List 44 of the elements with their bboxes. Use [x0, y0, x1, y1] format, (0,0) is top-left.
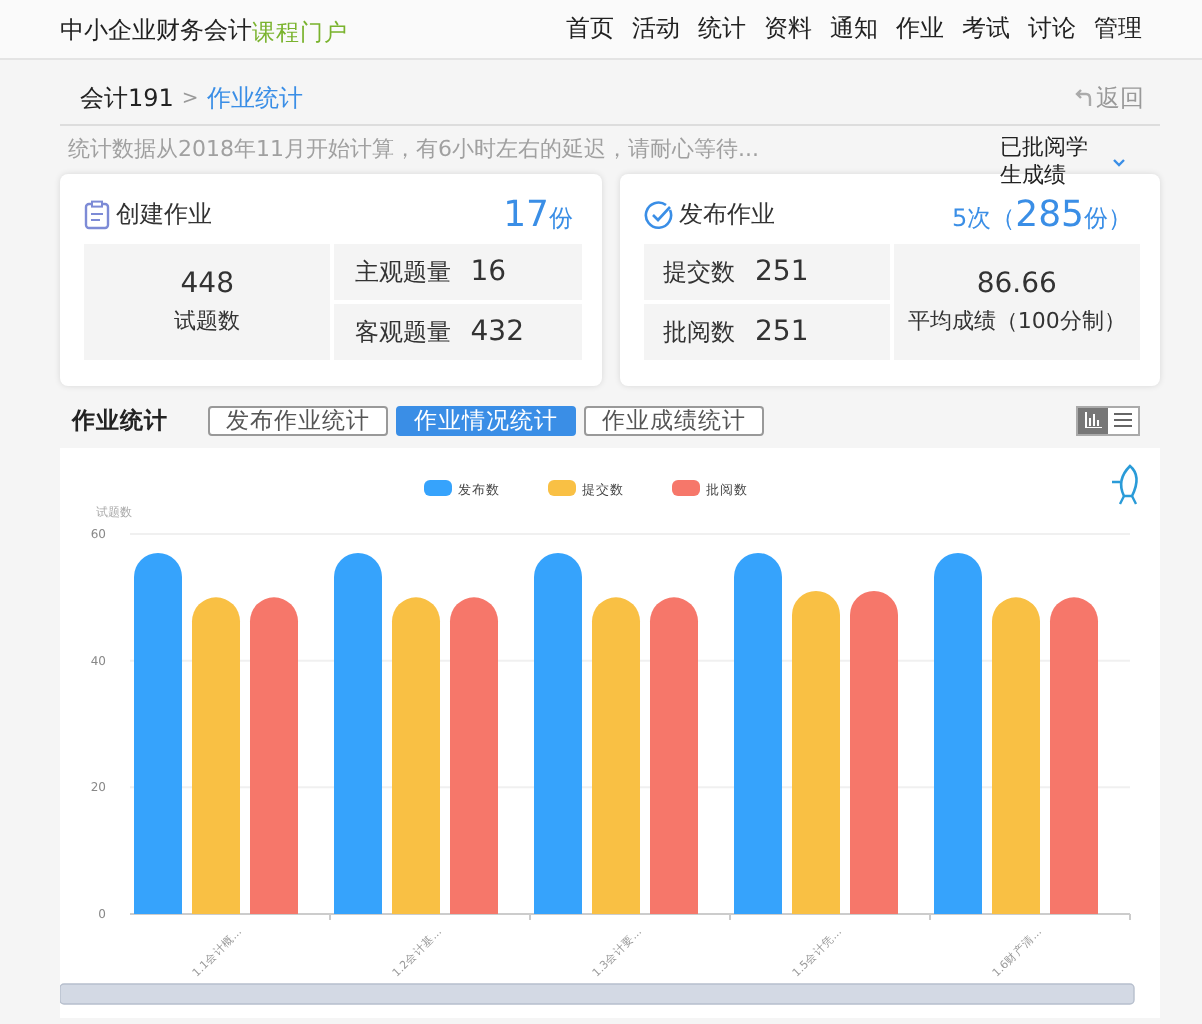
stat-label: 提交数 [663, 255, 735, 289]
nav-link[interactable]: 活动 [632, 12, 680, 46]
section-title: 作业统计 [72, 405, 168, 435]
bar-chart-view-button[interactable] [1078, 407, 1108, 433]
stat-value: 16 [470, 256, 507, 288]
portal-label: 课程门户 [252, 18, 348, 48]
breadcrumb-separator: > [181, 87, 199, 109]
tab[interactable]: 发布作业统计 [208, 405, 388, 435]
stat-label: 批阅数 [663, 315, 735, 349]
nav-link[interactable]: 通知 [830, 12, 878, 46]
breadcrumb-current: 作业统计 [206, 81, 303, 115]
stat-label: 客观题量 [354, 315, 451, 349]
tab[interactable]: 作业成绩统计 [584, 405, 764, 435]
clipboard-icon [84, 199, 110, 229]
course-link[interactable]: 会计191 [80, 81, 174, 115]
stat-label: 试题数 [174, 306, 241, 336]
grade-dropdown[interactable]: 已批阅学生成绩 [1000, 134, 1144, 190]
card-title: 创建作业 [116, 197, 212, 231]
nav-link[interactable]: 讨论 [1028, 12, 1076, 46]
scrollbar[interactable] [60, 983, 1135, 1005]
nav-link[interactable]: 统计 [698, 12, 746, 46]
nav-link[interactable]: 考试 [962, 12, 1010, 46]
nav-link[interactable]: 作业 [896, 12, 944, 46]
list-icon [1114, 412, 1132, 428]
check-circle-icon [643, 199, 673, 229]
back-arrow-icon [1074, 88, 1092, 108]
publish-summary: 5次（285份） [952, 193, 1132, 235]
nav-link[interactable]: 首页 [566, 12, 614, 46]
stat-value: 86.66 [976, 268, 1057, 300]
nav-link[interactable]: 管理 [1094, 12, 1142, 46]
stat-value: 251 [755, 316, 809, 348]
notice-text: 统计数据从2018年11月开始计算，有6小时左右的延迟，请耐心等待... [68, 134, 761, 164]
list-view-button[interactable] [1108, 407, 1138, 433]
nav-link[interactable]: 资料 [764, 12, 812, 46]
stat-label: 平均成绩（100分制） [907, 306, 1126, 336]
stat-value: 251 [755, 256, 809, 288]
assignment-count: 17份 [503, 193, 573, 235]
bar-chart-icon [1084, 412, 1102, 428]
chevron-down-icon [1112, 157, 1126, 167]
site-title: 中小企业财务会计 [60, 14, 252, 48]
card-title: 发布作业 [679, 197, 775, 231]
stat-label: 主观题量 [354, 255, 451, 289]
stat-value: 432 [470, 316, 524, 348]
stat-value: 448 [180, 268, 234, 300]
